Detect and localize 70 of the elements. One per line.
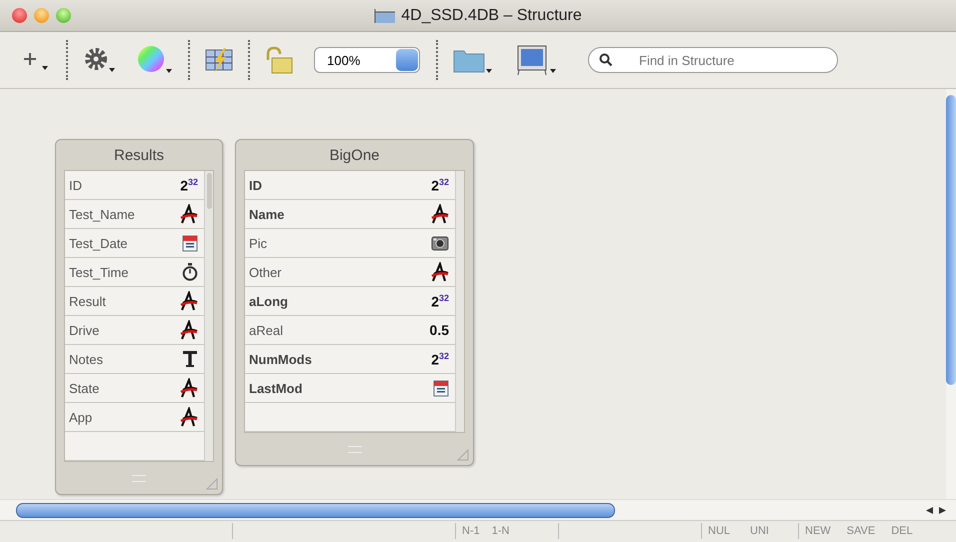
scroll-right-icon[interactable] [939, 506, 946, 514]
field-name: State [69, 380, 100, 396]
zoom-value: 100% [327, 52, 360, 68]
field-name: Pic [249, 236, 268, 250]
field-name: Name [249, 206, 284, 222]
stopwatch-icon [182, 263, 198, 281]
field-row[interactable]: Test_Date [65, 229, 204, 258]
search-icon [599, 53, 613, 67]
text-field-icon [182, 350, 198, 368]
table-title: Results [112, 146, 166, 166]
alpha-field-icon [180, 291, 198, 311]
zoom-button[interactable] [56, 8, 71, 23]
calendar-icon [433, 380, 449, 396]
scroll-bar[interactable] [455, 171, 464, 432]
field-name: Test_Name [69, 206, 135, 222]
resize-handle[interactable] [206, 478, 218, 490]
alpha-field-icon [180, 320, 198, 340]
field-name: App [69, 410, 92, 424]
color-wheel-button[interactable] [136, 45, 174, 75]
status-label: NUL [708, 524, 730, 539]
scroll-bar[interactable] [204, 171, 213, 461]
field-row[interactable]: Other [245, 258, 455, 287]
alpha-field-icon [180, 378, 198, 398]
field-type-glyph: 2$^{32}$ [180, 176, 198, 194]
field-name: Drive [69, 322, 100, 338]
scroll-left-icon[interactable] [926, 506, 933, 514]
field-name: Other [249, 264, 282, 280]
alpha-field-icon [431, 204, 449, 224]
field-type-glyph: 2$^{32}$ [431, 292, 449, 310]
minimize-button[interactable] [34, 8, 49, 23]
grip-handle[interactable] [132, 475, 146, 482]
field-type-glyph: 2$^{32}$ [431, 176, 449, 194]
field-type-glyph: 0.5 [430, 322, 449, 338]
status-label: 1-N [492, 524, 510, 539]
table-title: BigOne [328, 146, 381, 166]
status-label: N-1 [462, 524, 480, 539]
field-name: ID [249, 178, 262, 192]
document-icon [374, 8, 396, 24]
field-name: Result [69, 294, 106, 308]
alpha-field-icon [431, 262, 449, 282]
grip-handle[interactable] [348, 446, 362, 453]
field-row[interactable]: LastMod [245, 374, 455, 403]
field-row[interactable]: Pic [245, 229, 455, 258]
vertical-scroll-bar[interactable] [946, 89, 956, 499]
camera-icon [431, 236, 449, 250]
field-row[interactable]: Test_Time [65, 258, 204, 287]
zoom-stepper[interactable]: 100% [314, 47, 420, 73]
horizontal-scroll-bar[interactable] [0, 499, 956, 520]
close-button[interactable] [12, 8, 27, 23]
alpha-field-icon [180, 204, 198, 224]
field-type-glyph: 2$^{32}$ [431, 350, 449, 368]
window-title: 4D_SSD.4DB – Structure [401, 6, 582, 24]
monitor-menu-button[interactable] [516, 44, 558, 76]
field-name: Notes [69, 352, 103, 366]
padlock-button[interactable] [264, 46, 294, 74]
field-name: NumMods [249, 352, 312, 366]
field-name: Test_Time [69, 264, 128, 280]
search-field[interactable]: Find in Structure [588, 47, 838, 73]
field-name: Test_Date [69, 236, 128, 250]
status-label: UNI [750, 524, 769, 539]
field-name: ID [69, 178, 82, 192]
field-row[interactable]: Name [245, 200, 455, 229]
calendar-icon [182, 234, 198, 252]
resize-handle[interactable] [457, 449, 469, 461]
lightning-grid-button[interactable] [204, 47, 234, 73]
settings-menu-button[interactable] [82, 46, 118, 74]
field-name: aLong [249, 294, 288, 308]
alpha-field-icon [180, 407, 198, 427]
field-name: LastMod [249, 380, 302, 396]
field-name: aReal [249, 322, 283, 338]
